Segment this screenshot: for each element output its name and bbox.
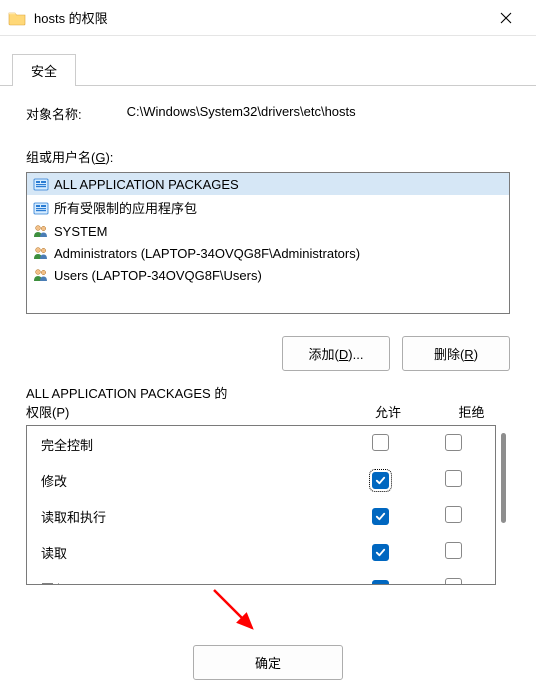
permission-name: 读取和执行 xyxy=(41,507,335,526)
permissions-listbox[interactable]: 完全控制修改读取和执行读取写入 xyxy=(26,425,496,585)
permissions-header: ALL APPLICATION PACKAGES 的 权限(P) 允许 拒绝 xyxy=(26,383,510,421)
permission-row: 读取 xyxy=(27,534,495,570)
deny-cell xyxy=(425,506,481,526)
permissions-box-wrap: 完全控制修改读取和执行读取写入 xyxy=(26,425,510,585)
checkbox[interactable] xyxy=(445,542,462,559)
allow-cell xyxy=(335,472,425,489)
permission-name: 修改 xyxy=(41,471,335,490)
tab-strip: 安全 xyxy=(0,36,536,86)
add-button[interactable]: 添加(D)... xyxy=(282,336,390,371)
dialog-button-row: 确定 xyxy=(0,595,536,680)
checkbox[interactable] xyxy=(372,544,389,561)
tab-security[interactable]: 安全 xyxy=(12,54,76,86)
allow-cell xyxy=(335,508,425,525)
group-icon xyxy=(33,200,49,216)
checkbox[interactable] xyxy=(372,472,389,489)
deny-cell xyxy=(425,470,481,490)
permission-name: 读取 xyxy=(41,543,335,562)
list-item-label: SYSTEM xyxy=(54,224,107,239)
allow-cell xyxy=(335,434,425,454)
allow-cell xyxy=(335,580,425,586)
checkbox[interactable] xyxy=(445,578,462,585)
object-name-label: 对象名称: xyxy=(26,104,82,123)
list-item[interactable]: 所有受限制的应用程序包 xyxy=(27,195,509,220)
allow-cell xyxy=(335,544,425,561)
object-name-value: C:\Windows\System32\drivers\etc\hosts xyxy=(127,104,356,123)
deny-cell xyxy=(425,578,481,585)
users-icon xyxy=(33,223,49,239)
checkbox[interactable] xyxy=(445,506,462,523)
checkbox[interactable] xyxy=(372,580,389,586)
permission-name: 写入 xyxy=(41,579,335,586)
users-icon xyxy=(33,267,49,283)
list-item-label: Users (LAPTOP-34OVQG8F\Users) xyxy=(54,268,262,283)
permissions-header-label: ALL APPLICATION PACKAGES 的 权限(P) xyxy=(26,383,343,421)
list-item-label: Administrators (LAPTOP-34OVQG8F\Administ… xyxy=(54,246,360,261)
permission-row: 读取和执行 xyxy=(27,498,495,534)
permissions-scrollbar[interactable] xyxy=(496,425,510,585)
ok-button[interactable]: 确定 xyxy=(193,645,343,680)
tab-panel: 对象名称: C:\Windows\System32\drivers\etc\ho… xyxy=(0,85,536,595)
deny-cell xyxy=(425,542,481,562)
object-name-row: 对象名称: C:\Windows\System32\drivers\etc\ho… xyxy=(26,104,510,123)
list-item[interactable]: SYSTEM xyxy=(27,220,509,242)
users-icon xyxy=(33,245,49,261)
permission-name: 完全控制 xyxy=(41,435,335,454)
groups-label: 组或用户名(G): xyxy=(26,147,510,166)
checkbox[interactable] xyxy=(445,470,462,487)
group-icon xyxy=(33,176,49,192)
permission-row: 完全控制 xyxy=(27,426,495,462)
window-title: hosts 的权限 xyxy=(34,8,483,27)
folder-icon xyxy=(8,10,26,26)
titlebar: hosts 的权限 xyxy=(0,0,536,36)
list-item[interactable]: Administrators (LAPTOP-34OVQG8F\Administ… xyxy=(27,242,509,264)
checkbox[interactable] xyxy=(372,434,389,451)
list-item[interactable]: Users (LAPTOP-34OVQG8F\Users) xyxy=(27,264,509,286)
checkbox[interactable] xyxy=(372,508,389,525)
deny-column-header: 拒绝 xyxy=(433,402,510,421)
group-buttons: 添加(D)... 删除(R) xyxy=(26,336,510,371)
checkbox[interactable] xyxy=(445,434,462,451)
groups-listbox[interactable]: ALL APPLICATION PACKAGES 所有受限制的应用程序包 SYSTE… xyxy=(26,172,510,314)
permission-row: 写入 xyxy=(27,570,495,585)
scroll-thumb[interactable] xyxy=(501,433,506,523)
list-item-label: ALL APPLICATION PACKAGES xyxy=(54,177,239,192)
list-item-label: 所有受限制的应用程序包 xyxy=(54,198,197,217)
close-button[interactable] xyxy=(483,3,528,33)
allow-column-header: 允许 xyxy=(343,402,433,421)
deny-cell xyxy=(425,434,481,454)
list-item[interactable]: ALL APPLICATION PACKAGES xyxy=(27,173,509,195)
permission-row: 修改 xyxy=(27,462,495,498)
remove-button[interactable]: 删除(R) xyxy=(402,336,510,371)
